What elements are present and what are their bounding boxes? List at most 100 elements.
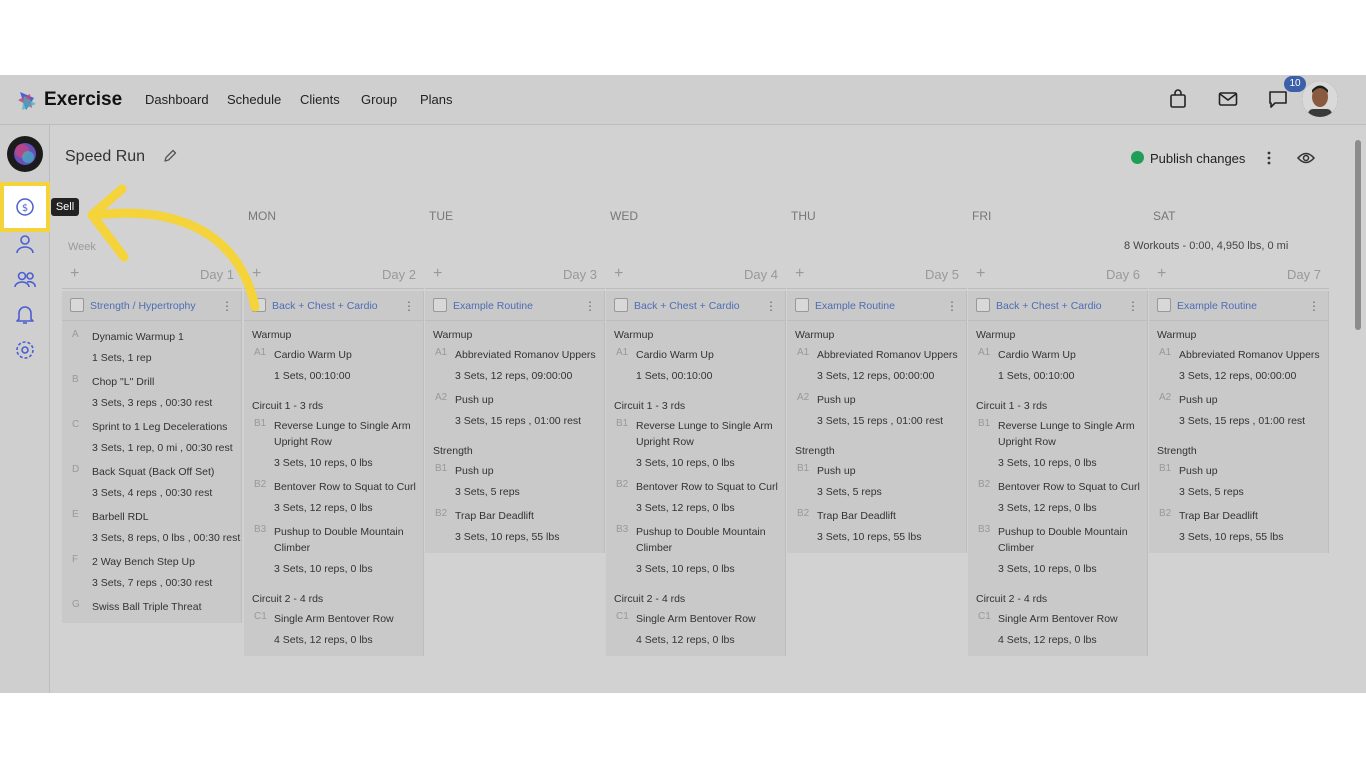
exercise-item[interactable]: C1 Single Arm Bentover Row 4 Sets, 12 reps… [968,611,1147,656]
workout-more-icon[interactable]: ⋮ [1127,299,1139,313]
nav-schedule[interactable]: Schedule [227,92,281,107]
exercise-item[interactable]: C Sprint to 1 Leg Decelerations 3 Sets, 1 … [62,419,241,464]
exercise-item[interactable]: E Barbell RDL 3 Sets, 8 reps, 0 lbs , 00:3… [62,509,241,554]
pencil-icon[interactable] [163,149,177,163]
workout-name-link[interactable]: Example Routine [1177,300,1257,312]
workout-card[interactable]: Example Routine ⋮ Warmup A1 Abbreviated Roma… [1149,291,1329,553]
exercise-item[interactable]: C1 Single Arm Bentover Row 4 Sets, 12 reps… [244,611,423,656]
workout-card[interactable]: Back + Chest + Cardio ⋮ Warmup A1 Cardio War… [968,291,1148,656]
exercise-item[interactable]: B1 Push up 3 Sets, 5 reps [787,463,966,508]
workout-card[interactable]: Example Routine ⋮ Warmup A1 Abbreviated Roma… [425,291,605,553]
day-name-mon: MON [248,209,276,223]
exercise-item[interactable]: A1 Cardio Warm Up 1 Sets, 00:10:00 [968,347,1147,392]
add-workout-icon[interactable]: + [252,265,261,283]
workout-more-icon[interactable]: ⋮ [765,299,777,313]
exercise-item[interactable]: A2 Push up 3 Sets, 15 reps , 01:00 rest [425,392,604,437]
workout-card[interactable]: Strength / Hypertrophy ⋮ A Dynamic Warmup 1… [62,291,242,623]
add-workout-icon[interactable]: + [976,265,985,283]
exercise-item[interactable]: B3 Pushup to Double Mountain Climber 3 Set… [606,524,785,585]
avatar[interactable] [1302,81,1338,117]
workout-more-icon[interactable]: ⋮ [221,299,233,313]
nav-group[interactable]: Group [361,92,397,107]
exercise-item[interactable]: A1 Abbreviated Romanov Uppers 3 Sets, 12 r… [425,347,604,392]
add-workout-icon[interactable]: + [433,265,442,283]
week-selector[interactable]: Week [68,241,96,253]
exercise-item[interactable]: B2 Bentover Row to Squat to Curl 3 Sets, 1… [244,479,423,524]
workout-more-icon[interactable]: ⋮ [946,299,958,313]
workout-checkbox[interactable] [1157,298,1171,312]
nav-plans[interactable]: Plans [420,92,453,107]
more-options-icon[interactable] [1263,150,1275,166]
exercise-item[interactable]: A2 Push up 3 Sets, 15 reps , 01:00 rest [787,392,966,437]
workout-more-icon[interactable]: ⋮ [1308,299,1320,313]
exercise-item[interactable]: B2 Bentover Row to Squat to Curl 3 Sets, 1… [968,479,1147,524]
exercise-item[interactable]: A2 Push up 3 Sets, 15 reps , 01:00 rest [1149,392,1328,437]
exercise-item[interactable]: B2 Trap Bar Deadlift 3 Sets, 10 reps, 55 l… [1149,508,1328,553]
exercise-item[interactable]: G Swiss Ball Triple Threat [62,599,241,623]
exercise-item[interactable]: B1 Reverse Lunge to Single Arm Upright Ro… [244,418,423,479]
exercise-item[interactable]: A Dynamic Warmup 1 1 Sets, 1 rep [62,329,241,374]
add-workout-icon[interactable]: + [795,265,804,283]
workout-name-link[interactable]: Back + Chest + Cardio [272,300,378,312]
exercise-item[interactable]: B1 Push up 3 Sets, 5 reps [425,463,604,508]
workout-card[interactable]: Back + Chest + Cardio ⋮ Warmup A1 Cardio War… [606,291,786,656]
shopping-bag-icon[interactable] [1168,89,1188,109]
exercise-item[interactable]: B2 Trap Bar Deadlift 3 Sets, 10 reps, 55 l… [787,508,966,553]
app-name[interactable]: Exercise [44,89,122,111]
sell-button[interactable]: $ [0,182,50,232]
exercise-item[interactable]: B1 Push up 3 Sets, 5 reps [1149,463,1328,508]
workspace-logo[interactable] [7,136,43,172]
gear-icon[interactable] [13,338,37,362]
exercise-item[interactable]: D Back Squat (Back Off Set) 3 Sets, 4 reps… [62,464,241,509]
section-heading: Circuit 2 - 4 rds [976,593,1048,605]
workout-card[interactable]: Example Routine ⋮ Warmup A1 Abbreviated Roma… [787,291,967,553]
workout-name-link[interactable]: Example Routine [815,300,895,312]
exercise-item[interactable]: B1 Reverse Lunge to Single Arm Upright Ro… [968,418,1147,479]
exercise-item[interactable]: F 2 Way Bench Step Up 3 Sets, 7 reps , 00:… [62,554,241,599]
exercise-item[interactable]: B2 Bentover Row to Squat to Curl 3 Sets, 1… [606,479,785,524]
mail-icon[interactable] [1218,89,1238,109]
workout-name-link[interactable]: Back + Chest + Cardio [996,300,1102,312]
workout-name-link[interactable]: Strength / Hypertrophy [90,300,196,312]
day-name-thu: THU [791,209,816,223]
nav-clients[interactable]: Clients [300,92,340,107]
vertical-scrollbar[interactable] [1355,140,1361,330]
workout-more-icon[interactable]: ⋮ [584,299,596,313]
exercise-item[interactable]: B1 Reverse Lunge to Single Arm Upright Ro… [606,418,785,479]
exercise-name: Reverse Lunge to Single Arm Upright Row [636,420,773,448]
day-number: Day 1 [200,267,234,282]
exercise-item[interactable]: A1 Cardio Warm Up 1 Sets, 00:10:00 [606,347,785,392]
exercise-item[interactable]: A1 Abbreviated Romanov Uppers 3 Sets, 12 r… [787,347,966,392]
add-workout-icon[interactable]: + [1157,265,1166,283]
svg-text:$: $ [22,203,28,214]
chat-icon[interactable] [1268,89,1288,109]
publish-changes-button[interactable]: Publish changes [1150,151,1245,166]
workout-card[interactable]: Back + Chest + Cardio ⋮ Warmup A1 Cardio War… [244,291,424,656]
exercise-item[interactable]: A1 Cardio Warm Up 1 Sets, 00:10:00 [244,347,423,392]
workout-checkbox[interactable] [70,298,84,312]
exercise-item[interactable]: B3 Pushup to Double Mountain Climber 3 Set… [244,524,423,585]
workout-name-link[interactable]: Example Routine [453,300,533,312]
workout-checkbox[interactable] [976,298,990,312]
workout-checkbox[interactable] [433,298,447,312]
exercise-item[interactable]: B Chop "L" Drill 3 Sets, 3 reps , 00:30 re… [62,374,241,419]
exercise-name: Pushup to Double Mountain Climber [636,526,766,554]
add-workout-icon[interactable]: + [614,265,623,283]
exercise-detail: 1 Sets, 00:10:00 [998,370,1075,382]
workout-name-link[interactable]: Back + Chest + Cardio [634,300,740,312]
person-icon[interactable] [13,232,37,256]
workout-checkbox[interactable] [795,298,809,312]
brand-logo-icon[interactable] [16,90,38,112]
exercise-item[interactable]: C1 Single Arm Bentover Row 4 Sets, 12 reps… [606,611,785,656]
bell-icon[interactable] [13,302,37,326]
workout-checkbox[interactable] [252,298,266,312]
add-workout-icon[interactable]: + [70,265,79,283]
group-icon[interactable] [13,267,37,291]
exercise-item[interactable]: A1 Abbreviated Romanov Uppers 3 Sets, 12 r… [1149,347,1328,392]
exercise-item[interactable]: B3 Pushup to Double Mountain Climber 3 Set… [968,524,1147,585]
nav-dashboard[interactable]: Dashboard [145,92,209,107]
exercise-item[interactable]: B2 Trap Bar Deadlift 3 Sets, 10 reps, 55 l… [425,508,604,553]
workout-more-icon[interactable]: ⋮ [403,299,415,313]
eye-icon[interactable] [1297,151,1315,165]
workout-checkbox[interactable] [614,298,628,312]
